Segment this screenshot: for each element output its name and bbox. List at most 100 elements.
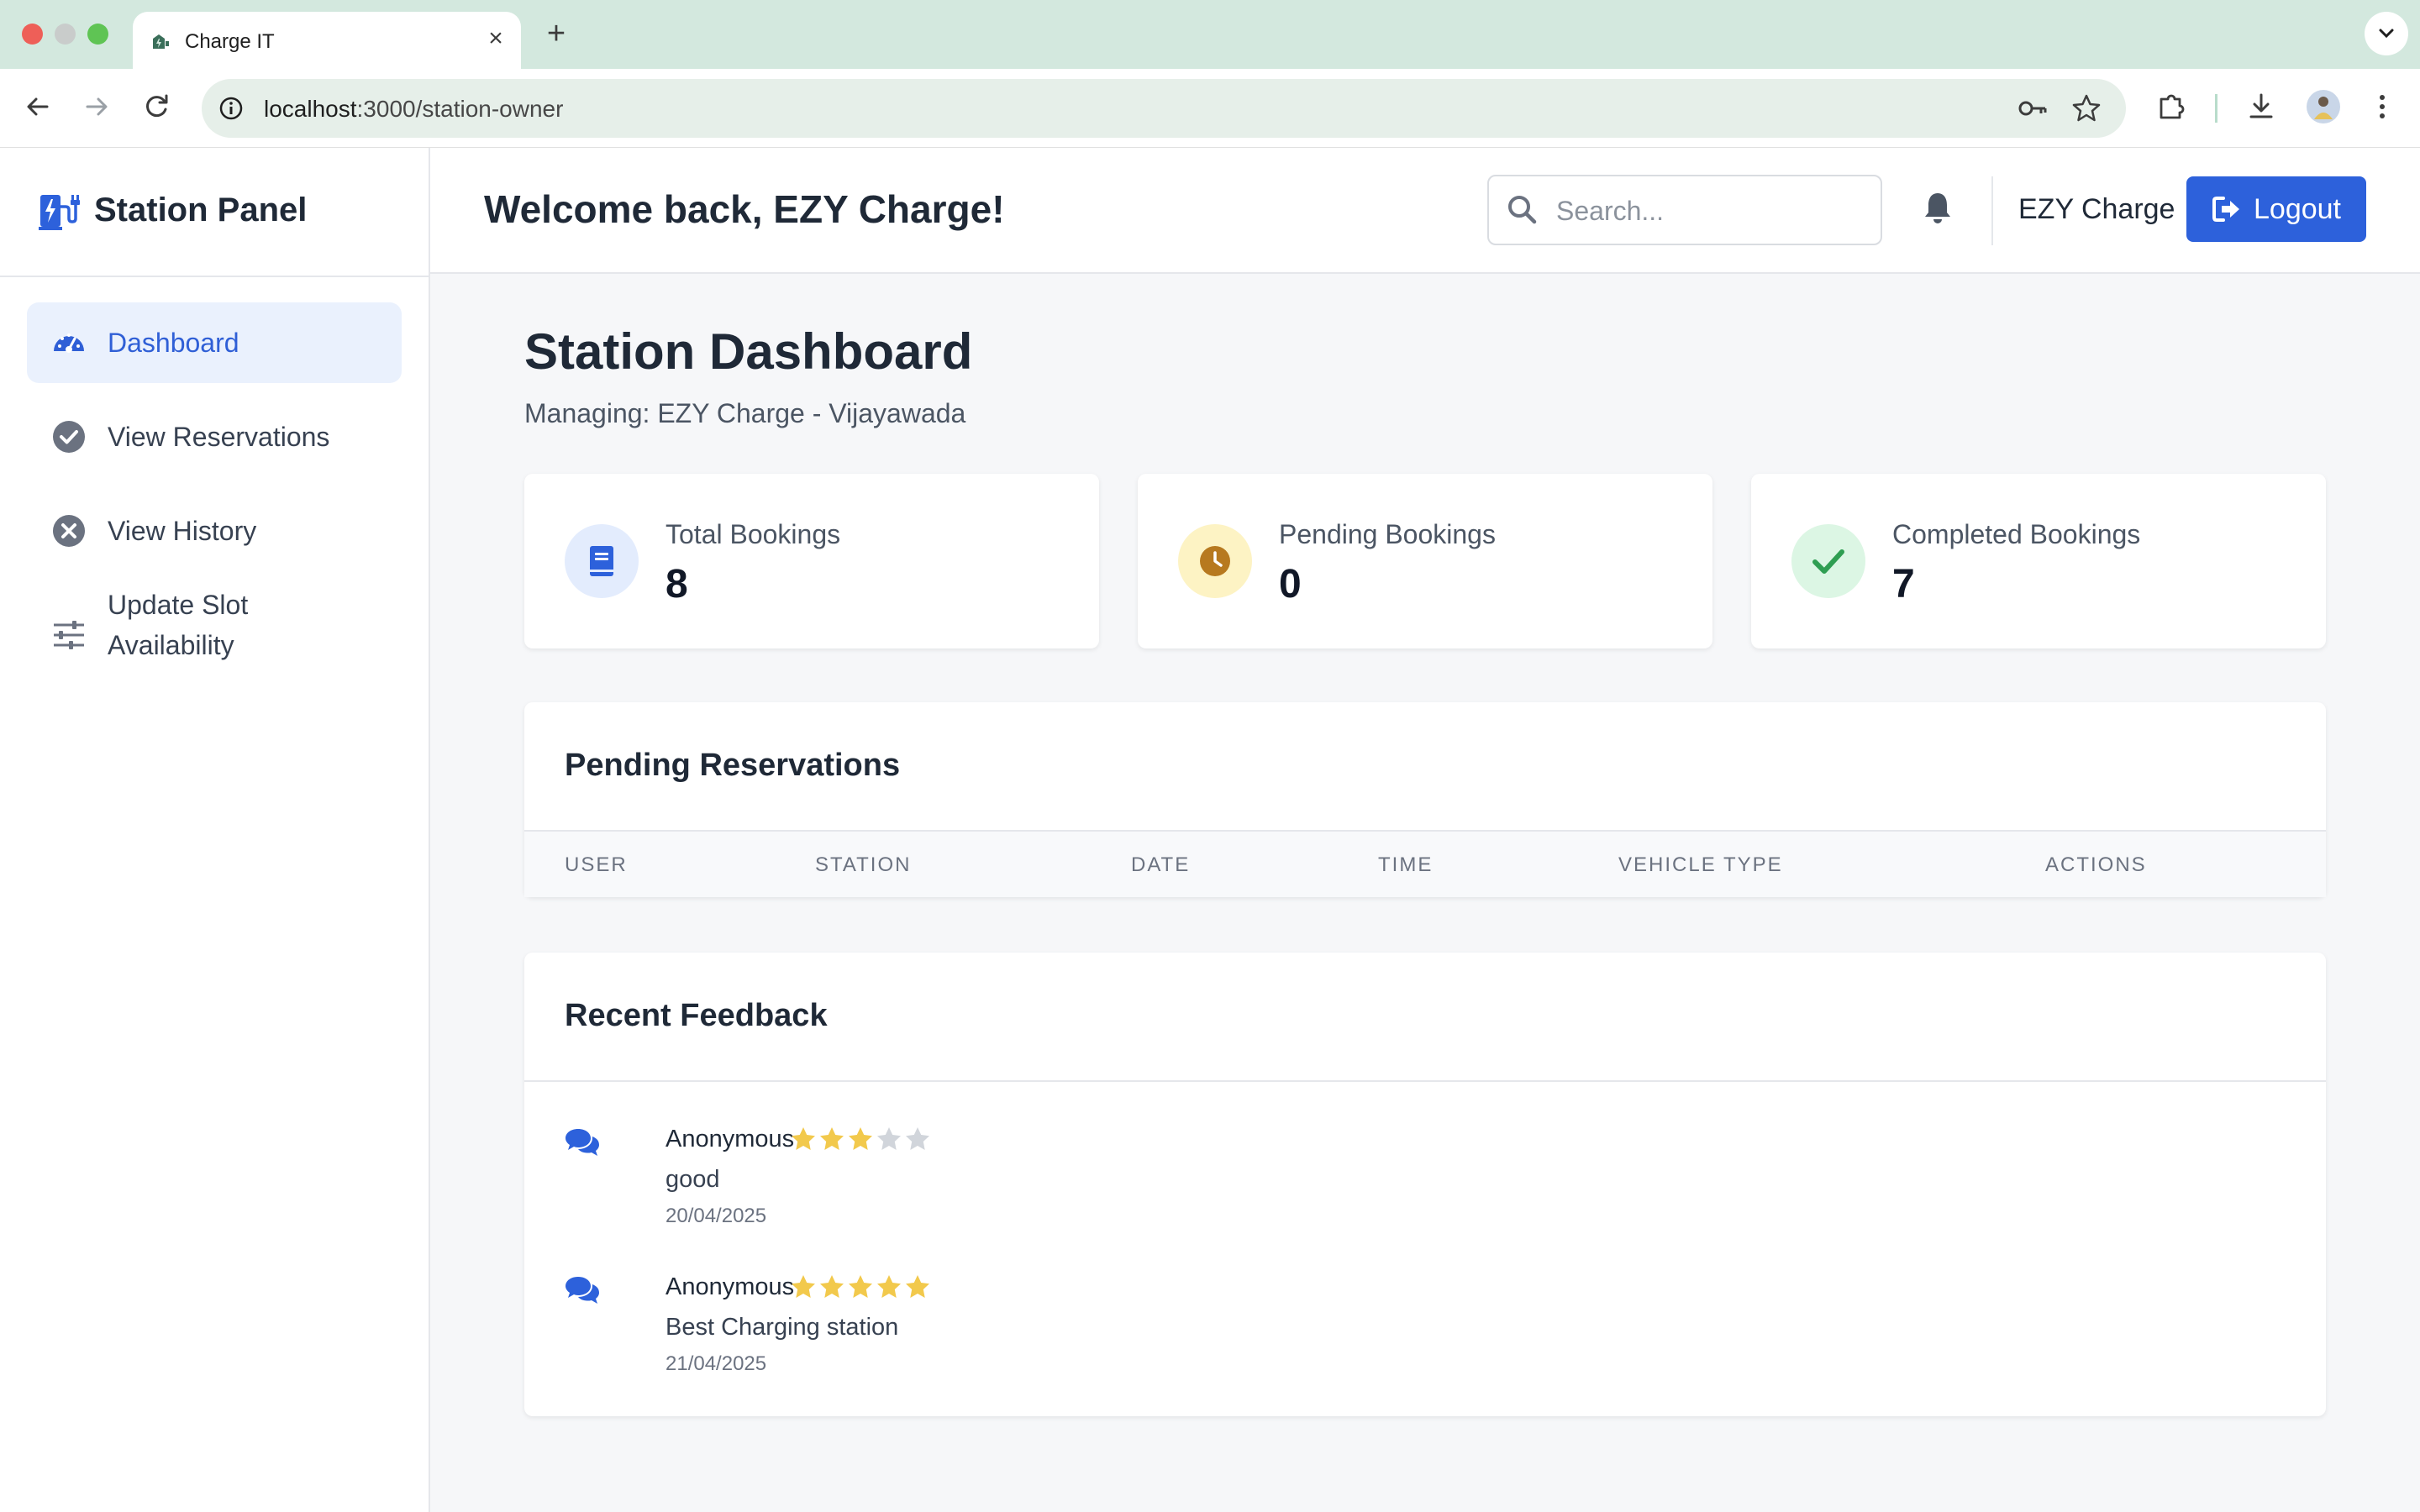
sidebar-item-label: View Reservations xyxy=(108,422,330,452)
main-content: Station Dashboard Managing: EZY Charge -… xyxy=(430,276,2420,1512)
stat-label: Pending Bookings xyxy=(1279,519,1496,549)
tab-close-icon[interactable]: × xyxy=(481,24,511,54)
stat-icon-circle xyxy=(565,524,639,598)
close-window-button[interactable] xyxy=(22,24,43,45)
toolbar-divider xyxy=(2215,94,2217,123)
book-icon xyxy=(590,546,613,576)
sidebar-brand: Station Panel xyxy=(0,148,429,277)
browser-tab[interactable]: Charge IT × xyxy=(133,12,521,69)
column-header-date: DATE xyxy=(1131,853,1191,876)
comments-icon xyxy=(566,1129,599,1156)
top-header: Welcome back, EZY Charge! EZY Charge Log… xyxy=(430,148,2420,274)
star-filled-icon xyxy=(849,1275,872,1298)
user-name: EZY Charge xyxy=(2018,193,2175,225)
tab-title: Charge IT xyxy=(185,30,275,53)
feedback-item: Anonymous good 20/04/2025 xyxy=(565,1126,1573,1260)
star-empty-icon xyxy=(906,1127,929,1150)
stat-icon-circle xyxy=(1178,524,1252,598)
station-subtitle: Managing: EZY Charge - Vijayawada xyxy=(524,398,966,428)
star-filled-icon xyxy=(792,1275,815,1298)
feedback-date: 21/04/2025 xyxy=(666,1352,767,1375)
panel-title: Recent Feedback xyxy=(565,998,828,1033)
new-tab-button[interactable]: + xyxy=(538,15,575,52)
favicon-icon xyxy=(153,34,169,49)
stat-label: Completed Bookings xyxy=(1892,519,2141,549)
sidebar-item-label-line2: Availability xyxy=(108,630,234,660)
sliders-icon xyxy=(54,621,84,649)
panel-divider xyxy=(524,1080,2326,1082)
sidebar-item-dashboard[interactable]: Dashboard xyxy=(27,302,402,383)
welcome-heading: Welcome back, EZY Charge! xyxy=(484,187,1005,231)
browser-toolbar: localhost:3000/station-owner xyxy=(0,69,2420,148)
logout-icon xyxy=(2212,197,2239,222)
address-bar[interactable]: localhost:3000/station-owner xyxy=(202,79,2126,138)
password-key-icon[interactable] xyxy=(2013,89,2052,128)
profile-avatar-icon[interactable] xyxy=(2304,87,2343,126)
stat-card-total-bookings: Total Bookings 8 xyxy=(524,474,1099,648)
brand-title: Station Panel xyxy=(94,192,308,228)
check-icon xyxy=(1812,549,1844,574)
forward-arrow-icon[interactable] xyxy=(76,86,118,128)
tab-search-button[interactable] xyxy=(2365,12,2408,55)
rating-stars xyxy=(790,1126,931,1154)
browser-tab-bar: Charge IT × + xyxy=(0,0,2420,69)
check-circle-icon xyxy=(53,421,85,453)
sidebar: Station Panel Dashboard View Reservation… xyxy=(0,148,430,1512)
pending-reservations-panel: Pending Reservations USER STATION DATE T… xyxy=(524,702,2326,897)
sidebar-item-label: Update Slot xyxy=(108,590,249,620)
feedback-comment: good xyxy=(666,1166,720,1193)
search-icon xyxy=(1508,196,1537,224)
sidebar-item-view-reservations[interactable]: View Reservations xyxy=(27,396,402,477)
star-filled-icon xyxy=(877,1275,901,1298)
logout-button[interactable]: Logout xyxy=(2186,176,2366,242)
feedback-item: Anonymous Best Charging station 21/04/20… xyxy=(565,1273,1573,1408)
site-info-icon[interactable] xyxy=(217,94,245,123)
minimize-window-button[interactable] xyxy=(55,24,76,45)
clock-icon xyxy=(1200,546,1230,576)
maximize-window-button[interactable] xyxy=(87,24,108,45)
logout-label: Logout xyxy=(2254,193,2341,225)
star-filled-icon xyxy=(792,1127,815,1150)
comments-icon xyxy=(566,1277,599,1304)
more-menu-icon[interactable] xyxy=(2363,87,2402,126)
stat-value: 0 xyxy=(1279,562,1302,606)
column-header-user: USER xyxy=(565,853,628,876)
url-text: localhost:3000/station-owner xyxy=(264,96,564,122)
bookmark-star-icon[interactable] xyxy=(2067,89,2106,128)
sidebar-item-update-slot-availability[interactable]: Update Slot Availability xyxy=(27,585,402,685)
extensions-icon[interactable] xyxy=(2153,87,2191,126)
stat-card-pending-bookings: Pending Bookings 0 xyxy=(1138,474,1712,648)
charging-station-icon xyxy=(39,195,80,230)
search-input[interactable] xyxy=(1556,192,1867,230)
feedback-date: 20/04/2025 xyxy=(666,1205,767,1227)
sidebar-item-label: Dashboard xyxy=(108,328,239,358)
column-header-actions: ACTIONS xyxy=(2045,853,2147,876)
reload-icon[interactable] xyxy=(136,86,178,128)
sidebar-item-label: View History xyxy=(108,516,257,546)
stat-value: 7 xyxy=(1892,562,1915,606)
column-header-vehicle-type: VEHICLE TYPE xyxy=(1618,853,1783,876)
download-icon[interactable] xyxy=(2242,87,2281,126)
star-filled-icon xyxy=(820,1275,844,1298)
feedback-user: Anonymous xyxy=(666,1126,795,1152)
column-header-time: TIME xyxy=(1378,853,1434,876)
star-empty-icon xyxy=(877,1127,901,1150)
stat-label: Total Bookings xyxy=(666,519,841,549)
stat-card-completed-bookings: Completed Bookings 7 xyxy=(1751,474,2326,648)
bell-icon[interactable] xyxy=(1921,190,1954,227)
stat-value: 8 xyxy=(666,562,688,606)
x-circle-icon xyxy=(53,515,85,547)
gauge-icon xyxy=(54,333,84,353)
search-box[interactable] xyxy=(1487,175,1882,245)
star-filled-icon xyxy=(849,1127,872,1150)
table-header: USER STATION DATE TIME VEHICLE TYPE ACTI… xyxy=(524,830,2326,897)
star-filled-icon xyxy=(906,1275,929,1298)
stat-icon-circle xyxy=(1791,524,1865,598)
page-title: Station Dashboard xyxy=(524,323,973,380)
sidebar-item-view-history[interactable]: View History xyxy=(27,491,402,571)
rating-stars xyxy=(790,1273,931,1302)
column-header-station: STATION xyxy=(815,853,912,876)
star-filled-icon xyxy=(820,1127,844,1150)
panel-title: Pending Reservations xyxy=(565,748,901,783)
back-arrow-icon[interactable] xyxy=(17,86,59,128)
